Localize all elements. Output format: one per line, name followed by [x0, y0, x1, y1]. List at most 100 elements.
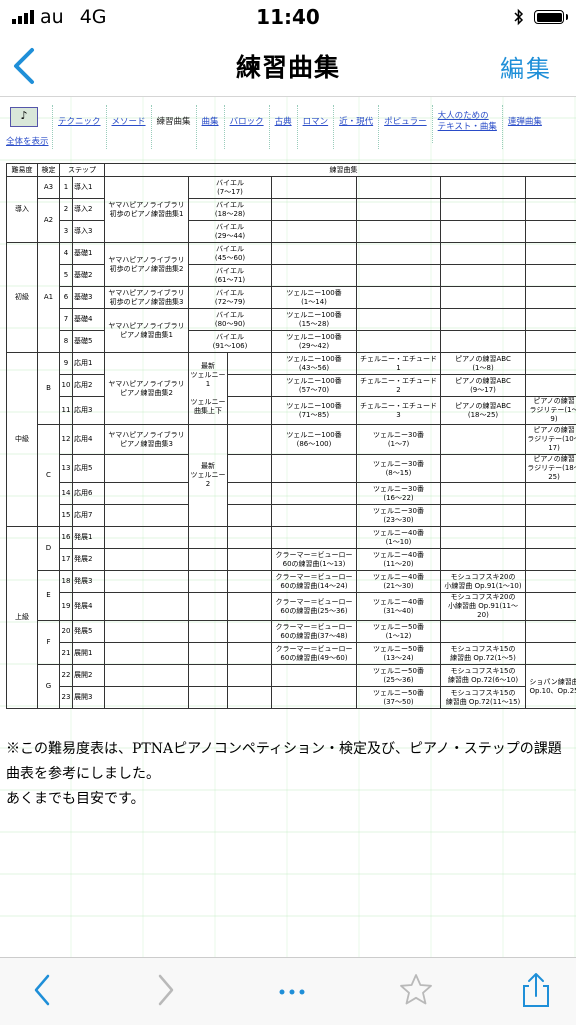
table-row: 15 応用7 ツェルニー30番 (23～30)	[7, 505, 576, 527]
table-row: 3 導入3 バイエル (29～44)	[7, 221, 576, 243]
table-row: 6 基礎3 ヤマハピアノライブラリ 初歩のピアノ練習曲集3 バイエル (72～7…	[7, 287, 576, 309]
home-link[interactable]: ♪ 全体を表示	[6, 105, 50, 149]
etude-cell: ツェルニー100番 (1～14)	[272, 287, 357, 309]
etude-cell: チェルニー・エチュード 3	[357, 397, 441, 425]
more-icon[interactable]	[274, 972, 310, 1008]
status-bar: au 4G 11:40	[0, 0, 576, 34]
etude-cell: ヤマハピアノライブラリ ピアノ練習曲集2	[105, 353, 189, 425]
etude-cell: ツェルニー50番 (1～12)	[357, 621, 441, 643]
nav-link-romantic[interactable]: ロマン	[297, 105, 334, 149]
step-name: 応用6	[73, 483, 105, 505]
etude-cell: ツェルニー40番 (31～40)	[357, 593, 441, 621]
level-cell: 中級	[7, 353, 38, 527]
table-row: A2 2 導入2 バイエル (18～28)	[7, 199, 576, 221]
step-no: 22	[60, 665, 73, 687]
step-name: 基礎1	[73, 243, 105, 265]
etude-cell: ヤマハピアノライブラリ 初歩のピアノ練習曲集1	[105, 177, 189, 243]
step-name: 応用4	[73, 425, 105, 455]
etude-cell: モシュコフスキ15の 練習曲 Op.72(11～15)	[441, 687, 526, 709]
etude-cell: バイエル (45～60)	[189, 243, 272, 265]
table-row: C 12 応用4 ヤマハピアノライブラリ ピアノ練習曲集3 最新 ツェルニー2 …	[7, 425, 576, 455]
etude-cell: バイエル (91～106)	[189, 331, 272, 353]
nav-link-baroque[interactable]: バロック	[224, 105, 269, 149]
step-no: 9	[60, 353, 73, 375]
edit-button[interactable]: 編集	[500, 49, 552, 84]
kentei-cell: C	[38, 425, 60, 527]
forward-icon[interactable]	[146, 972, 182, 1008]
kentei-cell: G	[38, 665, 60, 709]
step-no: 10	[60, 375, 73, 397]
header-kentei: 検定	[38, 164, 60, 177]
status-right	[514, 8, 564, 26]
nav-link-popular[interactable]: ポピュラー	[378, 105, 432, 149]
etude-cell: ヤマハピアノライブラリ ピアノ練習曲集3	[105, 425, 189, 455]
nav-link-technic[interactable]: テクニック	[52, 105, 106, 149]
step-name: 展開3	[73, 687, 105, 709]
footnote: ※この難易度表は、PTNAピアノコンペティション・検定及び、ピアノ・ステップの課…	[6, 737, 566, 812]
back-icon[interactable]	[26, 972, 62, 1008]
etude-cell: クラーマー＝ビューロー 60の練習曲(25～36)	[272, 593, 357, 621]
etude-cell: ショパン練習曲 Op.10、Op.25	[526, 665, 576, 709]
etude-cell: ピアノの練習ABC (18～25)	[441, 397, 526, 425]
etude-cell: ツェルニー100番 (57～70)	[272, 375, 357, 397]
footnote-line: あくまでも目安です。	[6, 787, 566, 812]
step-no: 20	[60, 621, 73, 643]
kentei-cell: A3	[38, 177, 60, 199]
etude-cell: バイエル (18～28)	[189, 199, 272, 221]
table-row: 5 基礎2 バイエル (61～71)	[7, 265, 576, 287]
step-no: 11	[60, 397, 73, 425]
table-row: 8 基礎5 バイエル (91～106) ツェルニー100番 (29～42)	[7, 331, 576, 353]
step-name: 基礎4	[73, 309, 105, 331]
star-icon[interactable]	[398, 972, 434, 1008]
step-name: 応用7	[73, 505, 105, 527]
etude-cell: ツェルニー100番 (86～100)	[272, 425, 357, 455]
step-name: 発展1	[73, 527, 105, 549]
table-row: 23 展開3 ツェルニー50番 (37～50) モシュコフスキ15の 練習曲 O…	[7, 687, 576, 709]
home-label[interactable]: 全体を表示	[6, 135, 49, 147]
step-name: 導入2	[73, 199, 105, 221]
table-row: 7 基礎4 ヤマハピアノライブラリ ピアノ練習曲集1 バイエル (80～90) …	[7, 309, 576, 331]
table-row: 11 応用3 ツェルニー100番 (71～85) チェルニー・エチュード 3 ピ…	[7, 397, 576, 425]
etude-cell: ピアノの練習 ラジリテー(1～9)	[526, 397, 576, 425]
etude-cell: モシュコフスキ20の 小練習曲 Op.91(11～ 20)	[441, 593, 526, 621]
nav-link-method[interactable]: メソード	[106, 105, 151, 149]
kentei-cell: A2	[38, 199, 60, 243]
step-name: 応用3	[73, 397, 105, 425]
step-no: 16	[60, 527, 73, 549]
etude-cell: クラーマー＝ビューロー 60の練習曲(49～60)	[272, 643, 357, 665]
step-name: 導入1	[73, 177, 105, 199]
battery-icon	[534, 10, 564, 24]
step-name: 展開1	[73, 643, 105, 665]
step-no: 23	[60, 687, 73, 709]
kentei-cell: A1	[38, 243, 60, 353]
step-no: 17	[60, 549, 73, 571]
nav-link-classical[interactable]: 古典	[269, 105, 297, 149]
step-no: 19	[60, 593, 73, 621]
kentei-cell: F	[38, 621, 60, 665]
nav-link-duet[interactable]: 連弾曲集	[502, 105, 547, 149]
share-icon[interactable]	[518, 972, 554, 1008]
etude-cell: チェルニー・エチュード 1	[357, 353, 441, 375]
etude-cell: クラーマー＝ビューロー 60の練習曲(14～24)	[272, 571, 357, 593]
etude-cell: クラーマー＝ビューロー 60の練習曲(37～48)	[272, 621, 357, 643]
page-title: 練習曲集	[0, 48, 576, 84]
etude-cell: ツェルニー100番 (71～85)	[272, 397, 357, 425]
kentei-cell: B	[38, 353, 60, 425]
nav-link-pieces[interactable]: 曲集	[196, 105, 224, 149]
step-name: 基礎2	[73, 265, 105, 287]
note-content[interactable]: ♪ 全体を表示 テクニック メソード 練習曲集 曲集 バロック 古典 ロマン 近…	[0, 97, 576, 957]
step-name: 応用2	[73, 375, 105, 397]
etude-cell: ツェルニー30番 (23～30)	[357, 505, 441, 527]
table-row: 17 発展2 クラーマー＝ビューロー 60の練習曲(1～13) ツェルニー40番…	[7, 549, 576, 571]
etude-cell: ピアノの練習ABC (1～8)	[441, 353, 526, 375]
step-name: 応用1	[73, 353, 105, 375]
step-no: 12	[60, 425, 73, 455]
header-step: ステップ	[60, 164, 105, 177]
step-name: 発展4	[73, 593, 105, 621]
nav-link-modern[interactable]: 近・現代	[333, 105, 378, 149]
nav-link-adult[interactable]: 大人のための テキスト・曲集	[432, 105, 502, 143]
table-row: 14 応用6 ツェルニー30番 (16～22)	[7, 483, 576, 505]
kentei-cell: D	[38, 527, 60, 571]
etude-cell: ピアノの練習 ラジリテー(10～ 17)	[526, 425, 576, 455]
etude-cell: ピアノの練習 ラジリテー(18～ 25)	[526, 455, 576, 483]
